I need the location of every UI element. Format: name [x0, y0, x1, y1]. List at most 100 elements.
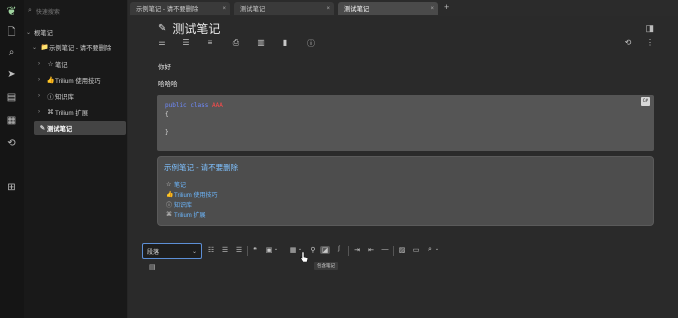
more-menu-icon[interactable]: ⋮ [644, 38, 656, 47]
tab-label: 测试笔记 [344, 6, 370, 13]
folder-icon: 📁 [40, 44, 49, 51]
tooltip: 包含笔记 [314, 262, 338, 270]
note-icon[interactable]: ✎ [158, 23, 166, 34]
code-line: } [165, 129, 169, 136]
included-list-item[interactable]: 👍 Trilium 使用技巧 [166, 190, 217, 199]
included-list-item[interactable]: ☆ 笔记 [166, 180, 186, 189]
code-line: { [165, 111, 169, 118]
book-icon[interactable]: ▥ [255, 38, 267, 47]
star-icon: ☆ [166, 182, 172, 188]
history-icon[interactable]: ⟲ [622, 38, 634, 47]
search-icon[interactable]: ⌕ [5, 46, 18, 59]
info-icon: ⓘ [47, 94, 54, 101]
indent-icon[interactable]: ⇥ [352, 246, 362, 254]
command-icon: ⌘ [166, 212, 172, 218]
new-tab-button[interactable]: + [444, 2, 449, 12]
blockquote-icon[interactable]: ❝ [250, 246, 260, 254]
print-icon[interactable]: ⎙ [230, 38, 242, 48]
outdent-icon[interactable]: ⇤ [366, 246, 376, 254]
included-note-box[interactable]: 示例笔记 - 请不要删除 ☆ 笔记 👍 Trilium 使用技巧 ⓘ 知识库 ⌘… [157, 156, 654, 226]
quick-search[interactable]: ⌕ 快速搜索 [28, 4, 124, 18]
tree-item-label: 示例笔记 - 请不要删除 [49, 44, 112, 52]
horizontal-line-icon[interactable]: — [380, 246, 390, 253]
toggle-right-panel-icon[interactable]: ◨ [645, 23, 654, 34]
trilium-logo-icon[interactable]: ❦ [5, 4, 18, 17]
paragraph-handle-icon[interactable]: ▤ [149, 263, 157, 272]
tree-item-kb[interactable]: › ⓘ 知识库 [38, 91, 74, 101]
map-icon[interactable]: ▤ [5, 91, 18, 104]
format-toolbar: 段落 ⌄ ☷ ☰ ☰ ❝ ▣ ⌄ ▦ ⌄ ⚲ ◪ ∫ ⇥ ⇤ — ▨ ▭ ⌕ ⌄ [142, 243, 446, 259]
new-note-icon[interactable]: 🗋 [5, 26, 18, 39]
star-icon: ☆ [47, 61, 54, 68]
tree-item-test[interactable]: ✎ 测试笔记 [34, 121, 126, 135]
tree-item-ext[interactable]: › ⌘ Trilium 扩展 [38, 107, 88, 117]
mouse-cursor-icon [300, 252, 308, 262]
note-title-text[interactable]: 测试笔记 [172, 20, 220, 37]
included-note-title[interactable]: 示例笔记 - 请不要删除 [164, 162, 238, 173]
code-line: public class AAA [165, 102, 223, 109]
launcher-bar: ❦ 🗋 ⌕ ➤ ▤ ▦ ⟲ ⊞ [0, 0, 24, 318]
align-icon[interactable]: ≡ [204, 38, 216, 47]
heading-select[interactable]: 段落 ⌄ [142, 243, 202, 259]
info-icon: ⓘ [166, 203, 173, 209]
chevron-down-icon[interactable]: ⌄ [434, 246, 440, 252]
tree-item-root[interactable]: ⌄ 根笔记 [26, 27, 53, 37]
close-icon[interactable]: × [430, 6, 434, 12]
thumbs-up-icon: 👍 [166, 192, 174, 198]
note-detail: ✎ 测试笔记 ◨ ⚌ ☰ ≡ ⎙ ▥ ▮ ⓘ ⟲ ⋮ 你好 哈哈哈 C# pub… [128, 16, 678, 318]
note-tree-panel: ⌕ 快速搜索 ⌄ 根笔记 ⌄ 📁 示例笔记 - 请不要删除 › ☆ 笔记 › 👍… [24, 0, 128, 318]
options-icon[interactable]: ☰ [180, 38, 192, 47]
bulleted-list-icon[interactable]: ☷ [206, 246, 216, 254]
tree-item-sample[interactable]: ⌄ 📁 示例笔记 - 请不要删除 [32, 42, 111, 52]
math-icon[interactable]: ∫ [334, 246, 344, 252]
chart-icon[interactable]: ▮ [279, 38, 291, 47]
todo-list-icon[interactable]: ☰ [234, 246, 244, 254]
tab-test-1[interactable]: 测试笔记 × [234, 2, 334, 15]
tree-item-tips[interactable]: › 👍 Trilium 使用技巧 [38, 75, 101, 85]
ribbon: ⚌ ☰ ≡ ⎙ ▥ ▮ ⓘ ⟲ ⋮ [156, 38, 666, 52]
tab-label: 测试笔记 [240, 6, 266, 13]
tree-item-label: Trilium 使用技巧 [55, 77, 101, 85]
tree-item-notes[interactable]: › ☆ 笔记 [38, 59, 68, 69]
code-icon[interactable]: ▭ [411, 246, 421, 254]
tree-item-label: 知识库 [55, 93, 74, 101]
close-icon[interactable]: × [326, 6, 330, 12]
chevron-right-icon[interactable]: › [38, 93, 46, 99]
included-list-item[interactable]: ⓘ 知识库 [166, 200, 192, 209]
search-input[interactable]: 快速搜索 [36, 7, 60, 16]
history-icon[interactable]: ⟲ [5, 137, 18, 150]
note-title[interactable]: ✎ 测试笔记 [158, 20, 220, 37]
info-icon[interactable]: ⓘ [305, 38, 317, 49]
divider [348, 246, 349, 256]
properties-icon[interactable]: ⚌ [156, 38, 168, 47]
command-icon: ⌘ [47, 109, 54, 116]
paragraph[interactable]: 哈哈哈 [158, 78, 178, 88]
image-icon[interactable]: ▨ [397, 246, 407, 254]
tab-test-active[interactable]: 测试笔记 × [338, 2, 438, 15]
link-icon[interactable]: ⚲ [308, 246, 318, 254]
chevron-down-icon: ⌄ [191, 248, 197, 255]
calendar-icon[interactable]: ▦ [5, 114, 18, 127]
tab-label: 示例笔记 - 请不要删除 [136, 6, 199, 13]
close-icon[interactable]: × [222, 6, 226, 12]
paragraph[interactable]: 你好 [158, 61, 171, 71]
include-note-icon[interactable]: ◪ [320, 246, 330, 254]
note-icon: ✎ [39, 125, 46, 132]
chevron-down-icon[interactable]: ⌄ [26, 29, 34, 36]
code-block[interactable]: C# public class AAA { } [157, 95, 654, 151]
chevron-down-icon[interactable]: ⌄ [273, 246, 279, 252]
tab-bar: 示例笔记 - 请不要删除 × 测试笔记 × 测试笔记 × + [128, 0, 678, 16]
code-language-badge[interactable]: C# [640, 97, 650, 106]
send-icon[interactable]: ➤ [5, 68, 18, 81]
chevron-right-icon[interactable]: › [38, 77, 46, 83]
chevron-down-icon[interactable]: ⌄ [32, 44, 40, 51]
search-icon: ⌕ [28, 7, 32, 14]
chevron-right-icon[interactable]: › [38, 109, 46, 115]
chevron-right-icon[interactable]: › [38, 61, 46, 67]
numbered-list-icon[interactable]: ☰ [220, 246, 230, 254]
divider [247, 246, 248, 256]
tab-sample[interactable]: 示例笔记 - 请不要删除 × [130, 2, 230, 15]
included-list-item[interactable]: ⌘ Trilium 扩展 [166, 210, 205, 219]
save-icon[interactable]: ⊞ [5, 181, 18, 194]
